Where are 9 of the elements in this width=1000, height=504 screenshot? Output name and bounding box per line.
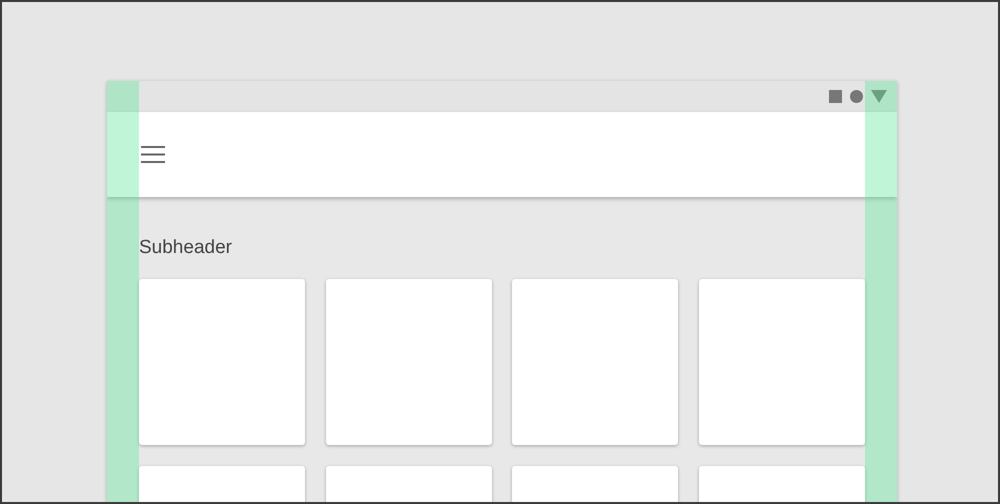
- subheader: Subheader: [139, 237, 233, 260]
- card[interactable]: [326, 279, 492, 445]
- menu-icon[interactable]: [141, 146, 165, 163]
- card[interactable]: [139, 279, 305, 445]
- triangle-icon: [871, 90, 887, 103]
- card[interactable]: [698, 279, 865, 445]
- circle-icon: [850, 90, 863, 103]
- card[interactable]: [512, 279, 678, 445]
- square-icon: [829, 90, 842, 103]
